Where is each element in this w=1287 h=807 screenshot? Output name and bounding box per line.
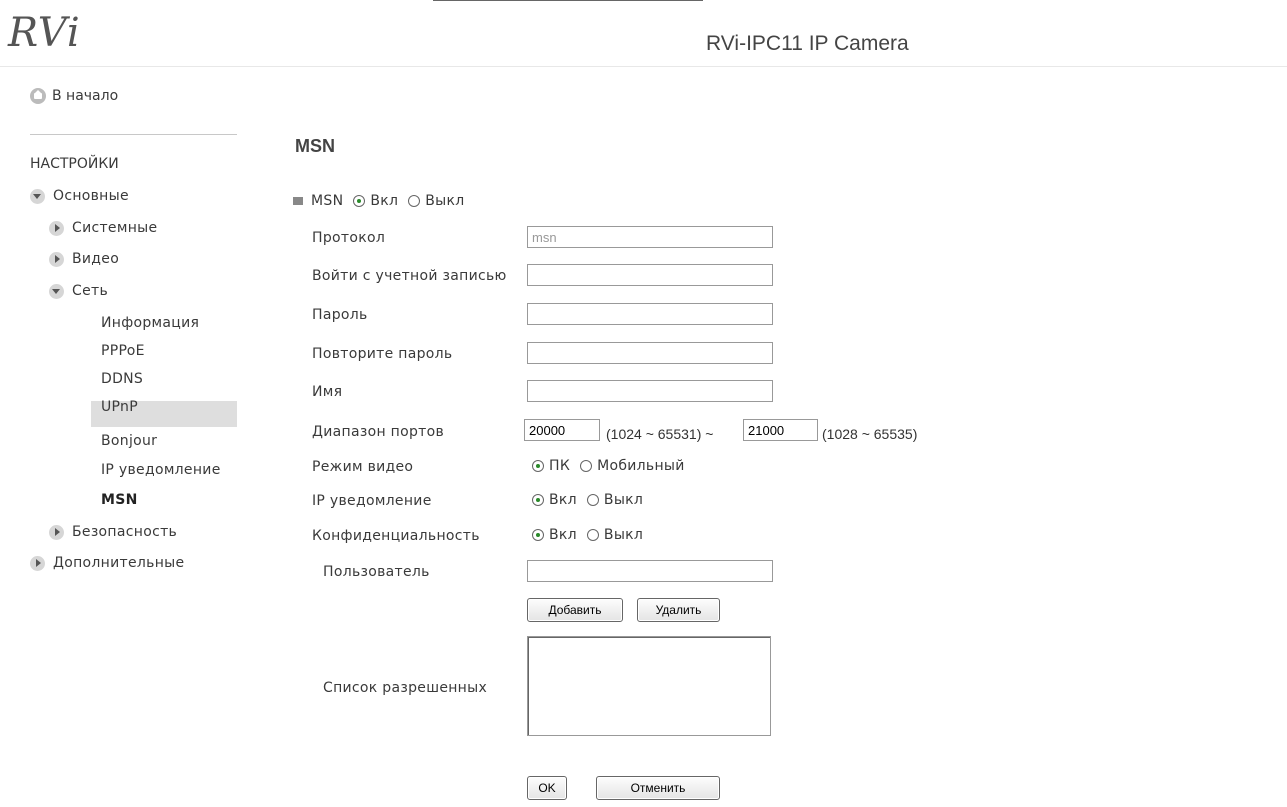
msn-off-radio[interactable]: Выкл [408, 193, 464, 209]
sidebar-item-ddns[interactable]: DDNS [101, 371, 143, 387]
protocol-field [527, 226, 773, 248]
port-end-field[interactable] [743, 419, 818, 441]
radio-label: ПК [549, 458, 571, 474]
msn-on-radio[interactable]: Вкл [353, 193, 398, 209]
sidebar-item-advanced[interactable]: Дополнительные [30, 555, 184, 571]
home-link[interactable]: В начало [30, 88, 118, 104]
sidebar-item-security[interactable]: Безопасность [49, 524, 177, 540]
sidebar-item-ip-notify[interactable]: IP уведомление [101, 462, 221, 478]
page-header-title: RVi-IPC11 IP Camera [706, 32, 909, 55]
privacy-label: Конфиденциальность [312, 528, 480, 544]
radio-label: Выкл [425, 193, 465, 209]
radio-label: Вкл [549, 492, 577, 508]
radio-unselected-icon [586, 529, 599, 541]
port-start-hint: (1024 ~ 65531) ~ [606, 426, 714, 442]
allowed-list-label: Список разрешенных [323, 680, 488, 696]
radio-selected-icon [532, 529, 544, 541]
header-divider [0, 66, 1287, 67]
privacy-group: Вкл Выкл [532, 527, 649, 543]
sidebar-item-basic[interactable]: Основные [30, 188, 129, 204]
msn-toggle-group: MSN Вкл Выкл [293, 193, 471, 209]
radio-unselected-icon [408, 195, 421, 207]
radio-label: Вкл [370, 193, 399, 209]
sidebar-item-information[interactable]: Информация [101, 315, 199, 331]
user-field[interactable] [527, 560, 773, 582]
sidebar-item-label: Сеть [72, 283, 108, 299]
collapsed-arrow-icon [30, 555, 45, 571]
ip-notify-on-radio[interactable]: Вкл [532, 492, 577, 508]
port-start-field[interactable] [524, 419, 600, 441]
user-label: Пользователь [323, 564, 430, 580]
password-repeat-label: Повторите пароль [312, 346, 453, 362]
password-field[interactable] [527, 303, 773, 325]
name-label: Имя [312, 384, 343, 400]
radio-label: Вкл [549, 527, 577, 543]
sidebar-item-bonjour[interactable]: Bonjour [101, 433, 157, 449]
sidebar-item-video[interactable]: Видео [49, 251, 119, 267]
password-repeat-field[interactable] [527, 342, 773, 364]
protocol-label: Протокол [312, 230, 386, 246]
video-mode-label: Режим видео [312, 459, 414, 475]
ip-notify-off-radio[interactable]: Выкл [586, 492, 644, 508]
msn-toggle-label: MSN [311, 193, 344, 209]
add-user-button[interactable]: Добавить [527, 598, 623, 622]
name-field[interactable] [527, 380, 773, 402]
expanded-arrow-icon [30, 188, 45, 204]
port-range-label: Диапазон портов [312, 424, 445, 440]
video-mode-mobile-radio[interactable]: Мобильный [580, 458, 685, 474]
radio-label: Выкл [603, 527, 644, 543]
port-end-hint: (1028 ~ 65535) [822, 426, 918, 442]
ok-button[interactable]: OK [527, 776, 567, 800]
cancel-button[interactable]: Отменить [596, 776, 720, 800]
sidebar-item-label: Системные [72, 220, 158, 236]
page-title: MSN [295, 136, 335, 156]
expanded-arrow-icon [49, 283, 64, 299]
radio-selected-icon [532, 494, 544, 506]
sidebar-item-msn[interactable]: MSN [101, 492, 138, 508]
radio-selected-icon [353, 195, 366, 207]
video-mode-pc-radio[interactable]: ПК [532, 458, 570, 474]
sidebar-divider [30, 134, 237, 135]
brand-logo: RVi [8, 10, 81, 56]
radio-selected-icon [532, 460, 544, 472]
password-label: Пароль [312, 307, 368, 323]
sidebar-item-label: Дополнительные [53, 555, 185, 571]
radio-unselected-icon [586, 494, 599, 506]
radio-unselected-icon [580, 460, 593, 472]
video-mode-group: ПК Мобильный [532, 458, 691, 474]
login-label: Войти с учетной записью [312, 268, 507, 284]
collapsed-arrow-icon [49, 220, 64, 236]
collapsed-arrow-icon [49, 251, 64, 267]
radio-label: Мобильный [597, 458, 685, 474]
sidebar-item-upnp[interactable]: UPnP [101, 399, 138, 415]
sidebar-item-pppoe[interactable]: PPPoE [101, 343, 145, 359]
sidebar-item-label: Видео [72, 251, 120, 267]
top-edge-underline [433, 0, 703, 2]
ip-notify-label: IP уведомление [312, 493, 432, 509]
home-icon [30, 88, 46, 104]
privacy-off-radio[interactable]: Выкл [586, 527, 644, 543]
radio-label: Выкл [603, 492, 644, 508]
sidebar-item-system[interactable]: Системные [49, 220, 157, 236]
privacy-on-radio[interactable]: Вкл [532, 527, 577, 543]
login-field[interactable] [527, 264, 773, 286]
allowed-list-box[interactable] [527, 636, 771, 736]
sidebar-item-label: Безопасность [72, 524, 178, 540]
sidebar-item-label: Основные [53, 188, 129, 204]
collapsed-arrow-icon [49, 524, 64, 540]
ip-notify-group: Вкл Выкл [532, 492, 649, 508]
delete-user-button[interactable]: Удалить [637, 598, 720, 622]
bullet-square-icon [293, 197, 303, 205]
sidebar-heading: НАСТРОЙКИ [30, 156, 119, 172]
sidebar-item-network[interactable]: Сеть [49, 283, 108, 299]
home-label: В начало [52, 88, 119, 104]
